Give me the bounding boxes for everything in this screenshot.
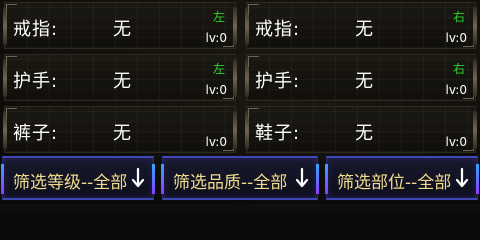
down-arrow-icon — [455, 167, 469, 188]
slot-level: lv:0 — [445, 135, 467, 149]
slot-value: 无 — [355, 19, 373, 40]
slot-level: lv:0 — [445, 31, 467, 45]
filter-quality-button[interactable]: 筛选品质--全部 — [161, 156, 319, 200]
corner-ornament — [248, 4, 259, 15]
slot-level: lv:0 — [205, 83, 227, 97]
corner-ornament — [6, 56, 17, 67]
slot-label: 戒指: — [255, 19, 301, 40]
slot-label: 鞋子: — [255, 123, 301, 144]
slot-label: 裤子: — [13, 123, 59, 144]
down-arrow-icon — [295, 167, 309, 188]
slot-level: lv:0 — [205, 31, 227, 45]
slot-label: 护手: — [13, 71, 59, 92]
corner-ornament — [6, 108, 17, 119]
slot-pants[interactable]: 裤子: 无 lv:0 — [3, 106, 237, 153]
slot-ring-right[interactable]: 戒指: 无 右 lv:0 — [245, 2, 477, 49]
slot-level: lv:0 — [445, 83, 467, 97]
slot-side-tag: 左 — [212, 62, 225, 76]
slot-value: 无 — [113, 123, 131, 144]
slot-side-tag: 右 — [452, 10, 465, 24]
down-arrow-icon — [131, 167, 145, 188]
filter-label: 筛选等级--全部 — [13, 173, 128, 193]
slot-ring-left[interactable]: 戒指: 无 左 lv:0 — [3, 2, 237, 49]
slot-value: 无 — [355, 71, 373, 92]
slot-gloves-right[interactable]: 护手: 无 右 lv:0 — [245, 54, 477, 101]
slot-gloves-left[interactable]: 护手: 无 左 lv:0 — [3, 54, 237, 101]
filter-label: 筛选品质--全部 — [173, 173, 288, 193]
slot-value: 无 — [355, 123, 373, 144]
filter-level-button[interactable]: 筛选等级--全部 — [1, 156, 155, 200]
corner-ornament — [6, 4, 17, 15]
bottom-bar — [0, 204, 480, 220]
slot-value: 无 — [113, 71, 131, 92]
slot-side-tag: 右 — [452, 62, 465, 76]
filter-slot-button[interactable]: 筛选部位--全部 — [325, 156, 479, 200]
slot-side-tag: 左 — [212, 10, 225, 24]
corner-ornament — [248, 56, 259, 67]
slot-level: lv:0 — [205, 135, 227, 149]
slot-value: 无 — [113, 19, 131, 40]
filter-label: 筛选部位--全部 — [337, 173, 452, 193]
slot-label: 护手: — [255, 71, 301, 92]
corner-ornament — [248, 108, 259, 119]
slot-shoes[interactable]: 鞋子: 无 lv:0 — [245, 106, 477, 153]
slot-label: 戒指: — [13, 19, 59, 40]
